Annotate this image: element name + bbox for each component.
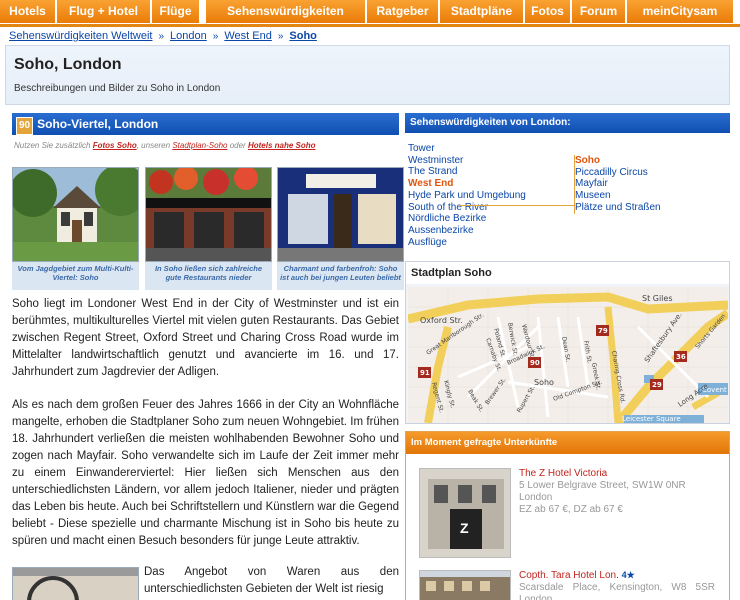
nav-tab-my-citysam[interactable]: meinCitysam: [627, 0, 734, 23]
sights-subitem-squares-streets[interactable]: Plätze und Straßen: [575, 202, 661, 214]
breadcrumb-separator: »: [212, 31, 219, 42]
svg-text:Z: Z: [460, 520, 469, 536]
map-street-label: Leicester Square: [622, 415, 681, 423]
map-marker-label: 91: [420, 369, 430, 377]
sights-item-outer-districts[interactable]: Aussenbezirke: [408, 225, 526, 237]
map-marker-label: 90: [530, 359, 540, 367]
breadcrumb: Sehenswürdigkeiten Weltweit » London » West …: [9, 30, 317, 42]
article-paragraph: Das Angebot von Waren aus den unterschie…: [144, 566, 399, 595]
article-title-bar: 90 Soho-Viertel, London: [12, 113, 399, 135]
sights-item-south-of-river[interactable]: South of the River: [408, 202, 526, 214]
map-marker-label: 29: [652, 381, 662, 389]
nav-tab-flights[interactable]: Flüge: [152, 0, 200, 23]
popular-accommodations: Im Moment gefragte Unterkünfte Z The Z H…: [405, 431, 730, 600]
hotel-image[interactable]: Z: [419, 468, 511, 558]
page-subtitle: Beschreibungen und Bilder zu Soho in Lon…: [14, 83, 221, 94]
hotel-star-rating: 4★: [621, 570, 635, 580]
hotel-price: EZ ab 67 €, DZ ab 67 €: [519, 504, 623, 515]
hotel-name[interactable]: Copth. Tara Hotel Lon. 4★: [519, 570, 635, 581]
sights-item-westminster[interactable]: Westminster: [408, 155, 526, 167]
map-marker-label: 36: [676, 353, 686, 361]
map-street-label: Soho: [534, 378, 554, 387]
nav-underline: [0, 24, 740, 27]
hotel-image[interactable]: [419, 570, 511, 600]
nav-tab-city-maps[interactable]: Stadtpläne: [440, 0, 524, 23]
related-links-line: Nutzen Sie zusätzlich Fotos Soho, unsere…: [14, 141, 399, 150]
sights-subitem-mayfair[interactable]: Mayfair: [575, 178, 661, 190]
article-column: 90 Soho-Viertel, London Nutzen Sie zusätz…: [12, 113, 404, 600]
sights-box-title: Sehenswürdigkeiten von London:: [405, 113, 730, 133]
sights-subitem-museums[interactable]: Museen: [575, 190, 661, 202]
sights-subitem-piccadilly[interactable]: Piccadilly Circus: [575, 167, 661, 179]
sights-item-northern-districts[interactable]: Nördliche Bezirke: [408, 213, 526, 225]
nav-tab-guide[interactable]: Ratgeber: [367, 0, 439, 23]
hotel-name[interactable]: The Z Hotel Victoria: [519, 468, 607, 479]
hotel-address-text: 5 Lower Belgrave Street, SW1W 0NR London: [519, 480, 686, 503]
hotel-address-text: Scarsdale Place, Kensington, W8 5SR Lond…: [519, 582, 715, 600]
photo-card[interactable]: Vom Jagdgebiet zum Multi-Kulti-Viertel: …: [12, 167, 139, 290]
breadcrumb-separator: »: [277, 31, 284, 42]
sights-sublist: Soho Piccadilly Circus Mayfair Museen Pl…: [574, 155, 661, 214]
photo-soho-square[interactable]: [12, 167, 139, 262]
photo-bike[interactable]: [12, 567, 139, 600]
sights-subitem-soho[interactable]: Soho: [575, 155, 661, 167]
map-street-label: St Giles: [642, 294, 673, 303]
breadcrumb-link-worldwide[interactable]: Sehenswürdigkeiten Weltweit: [9, 30, 152, 42]
sights-item-excursions[interactable]: Ausflüge: [408, 237, 526, 249]
article-paragraph: Soho liegt im Londoner West End in der C…: [12, 298, 399, 378]
photo-soho-pub[interactable]: [145, 167, 272, 262]
city-map-title: Stadtplan Soho: [406, 262, 729, 284]
breadcrumb-separator: »: [158, 31, 165, 42]
sights-list: Tower Westminster The Strand West End Hy…: [408, 143, 526, 248]
nav-tab-sights[interactable]: Sehenswürdigkeiten: [206, 0, 366, 23]
sights-item-tower[interactable]: Tower: [408, 143, 526, 155]
hotel-name-text[interactable]: The Z Hotel Victoria: [519, 468, 607, 479]
page-header: Soho, London Beschreibungen und Bilder z…: [5, 45, 730, 105]
city-map-box: Stadtplan Soho Oxford Str. St Giles Grea…: [405, 261, 730, 424]
related-links-text: , unseren: [136, 141, 171, 150]
sight-number-badge: 90: [16, 117, 34, 135]
page-title: Soho, London: [14, 56, 122, 73]
photo-soho-shopfront[interactable]: [277, 167, 404, 262]
map-marker-label: 79: [598, 327, 608, 335]
accommodations-title: Im Moment gefragte Unterkünfte: [406, 432, 729, 454]
related-links-prefix: Nutzen Sie zusätzlich: [14, 141, 91, 150]
breadcrumb-link-london[interactable]: London: [170, 30, 207, 42]
top-navigation: Hotels Flug + Hotel Flüge Sehenswürdigke…: [0, 0, 740, 24]
related-links-text: oder: [229, 141, 246, 150]
sights-item-west-end[interactable]: West End: [408, 178, 526, 190]
hotel-name-text[interactable]: Copth. Tara Hotel Lon.: [519, 570, 619, 581]
breadcrumb-link-west-end[interactable]: West End: [224, 30, 272, 42]
map-street-label: Oxford Str.: [420, 316, 463, 325]
sights-item-the-strand[interactable]: The Strand: [408, 166, 526, 178]
sidebar: Sehenswürdigkeiten von London: Tower Wes…: [405, 113, 730, 600]
photo-strip: Vom Jagdgebiet zum Multi-Kulti-Viertel: …: [12, 167, 404, 297]
photo-card[interactable]: In Soho ließen sich zahlreiche gute Rest…: [145, 167, 272, 290]
city-map[interactable]: Oxford Str. St Giles Great Marlborough S…: [408, 287, 728, 423]
photo-caption: In Soho ließen sich zahlreiche gute Rest…: [145, 262, 272, 290]
sights-connector-line: [459, 205, 574, 206]
link-photos-soho[interactable]: Fotos Soho: [93, 141, 137, 150]
sights-navigation: Tower Westminster The Strand West End Hy…: [405, 133, 730, 248]
link-map-soho[interactable]: Stadtplan-Soho: [172, 141, 227, 150]
nav-tab-flight-hotel[interactable]: Flug + Hotel: [57, 0, 151, 23]
link-hotels-soho[interactable]: Hotels nahe Soho: [248, 141, 316, 150]
nav-tab-hotels[interactable]: Hotels: [0, 0, 56, 23]
nav-tab-photos[interactable]: Fotos: [525, 0, 571, 23]
sights-item-hyde-park[interactable]: Hyde Park und Umgebung: [408, 190, 526, 202]
hotel-address: Scarsdale Place, Kensington, W8 5SR Lond…: [519, 582, 715, 600]
photo-caption: Vom Jagdgebiet zum Multi-Kulti-Viertel: …: [12, 262, 139, 290]
hotel-address: 5 Lower Belgrave Street, SW1W 0NR London…: [519, 480, 715, 516]
breadcrumb-current-soho[interactable]: Soho: [289, 30, 317, 42]
article-title: Soho-Viertel, London: [37, 117, 159, 131]
photo-caption: Charmant und farbenfroh: Soho ist auch b…: [277, 262, 404, 290]
article-paragraph: Als es nach dem großen Feuer des Jahres …: [12, 399, 399, 547]
nav-tab-forum[interactable]: Forum: [572, 0, 626, 23]
photo-card[interactable]: Charmant und farbenfroh: Soho ist auch b…: [277, 167, 404, 290]
